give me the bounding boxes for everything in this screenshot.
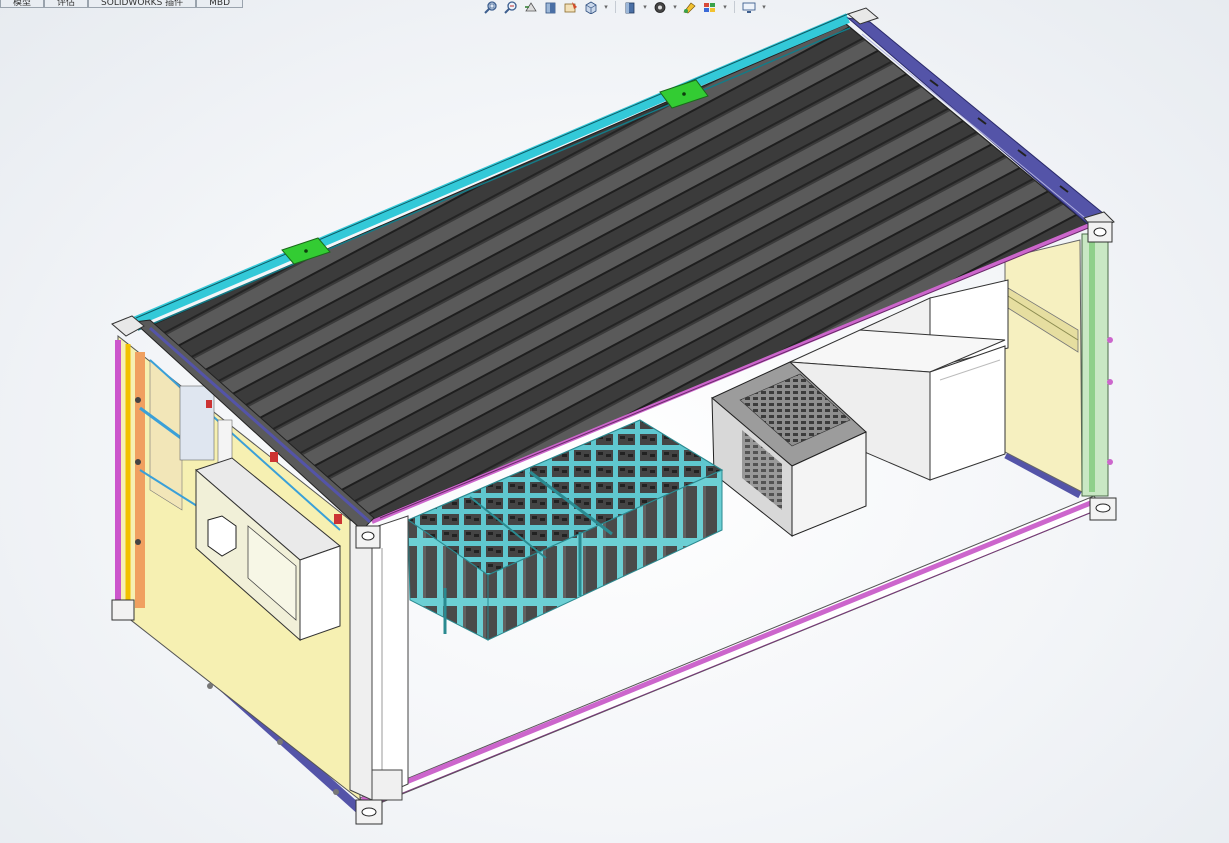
display-style-button[interactable] [621, 0, 639, 14]
tab-evaluate[interactable]: 评估 [44, 0, 89, 8]
graphics-area[interactable] [0, 0, 1229, 843]
view-settings-dropdown[interactable]: ▾ [760, 0, 768, 14]
apply-scene-button[interactable] [701, 0, 719, 14]
view-orientation-icon [585, 1, 597, 14]
view-settings-icon [742, 2, 756, 13]
apply-scene-dropdown[interactable]: ▾ [721, 0, 729, 14]
view-settings-button[interactable] [740, 0, 758, 14]
dynamic-annotation-views-icon [564, 1, 577, 12]
zoom-to-fit-button[interactable] [482, 0, 500, 14]
view-orientation-dropdown[interactable]: ▾ [602, 0, 610, 14]
previous-view-icon [525, 1, 537, 11]
heads-up-view-toolbar: ▾ ▾ ▾ ▾ ▾ [482, 0, 768, 14]
zoom-to-fit-icon [484, 0, 497, 14]
section-view-icon [545, 2, 556, 13]
toolbar-separator [615, 1, 616, 13]
edit-appearance-button[interactable] [681, 0, 699, 14]
zoom-to-area-icon [504, 0, 517, 14]
apply-scene-icon [704, 2, 715, 12]
hide-show-items-icon [654, 1, 666, 13]
tab-solidworks-addins[interactable]: SOLIDWORKS 插件 [88, 0, 197, 8]
command-manager-tabs: 模型 评估 SOLIDWORKS 插件 MBD [0, 0, 244, 8]
toolbar-separator [734, 1, 735, 13]
section-view-button[interactable] [542, 0, 560, 14]
previous-view-button[interactable] [522, 0, 540, 14]
corner-post-front [349, 515, 409, 801]
hide-show-items-dropdown[interactable]: ▾ [671, 0, 679, 14]
zoom-to-area-button[interactable] [502, 0, 520, 14]
hide-show-items-button[interactable] [651, 0, 669, 14]
view-orientation-button[interactable] [582, 0, 600, 14]
display-style-icon [625, 2, 635, 13]
display-style-dropdown[interactable]: ▾ [641, 0, 649, 14]
dynamic-annotation-views-button[interactable] [562, 0, 580, 14]
far-end-wall [1004, 233, 1113, 497]
tab-mbd[interactable]: MBD [196, 0, 244, 8]
tab-model[interactable]: 模型 [0, 0, 45, 8]
edit-appearance-icon [683, 2, 696, 13]
